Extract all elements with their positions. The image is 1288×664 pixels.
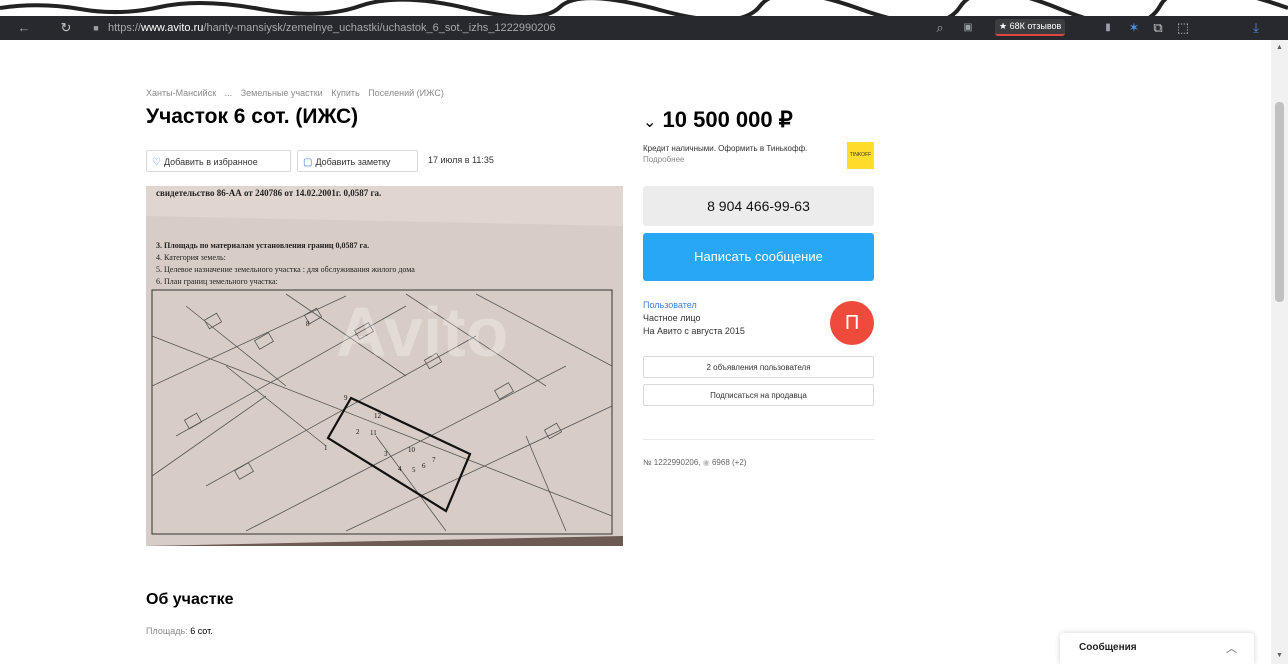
lock-icon: ■	[93, 23, 99, 33]
plot-label: 5	[412, 466, 416, 474]
credit-more-link[interactable]: Подробнее	[643, 155, 685, 164]
breadcrumb-ellipsis[interactable]: ...	[225, 88, 233, 98]
screenshot-icon[interactable]: ⧉	[1150, 20, 1166, 36]
plot-label: 10	[408, 446, 416, 454]
avatar[interactable]: П	[830, 301, 874, 345]
listing-title: Участок 6 сот. (ИЖС)	[146, 105, 359, 128]
add-favorite-button[interactable]: ♡ Добавить в избранное	[146, 150, 291, 172]
area-label: Площадь:	[146, 626, 188, 636]
breadcrumb-city[interactable]: Ханты-Мансийск	[146, 88, 216, 98]
plot-label: 2	[356, 428, 360, 436]
photo-watermark: Avito	[336, 293, 508, 371]
breadcrumb: Ханты-Мансийск ... Земельные участки Куп…	[146, 88, 450, 98]
scroll-down-arrow-icon[interactable]: ▼	[1271, 650, 1288, 662]
star-icon[interactable]: ✶	[1126, 20, 1142, 36]
back-icon[interactable]: ←	[16, 20, 32, 36]
tinkoff-logo[interactable]: TINKOFF	[847, 142, 874, 169]
area-row: Площадь: 6 сот.	[146, 626, 213, 636]
subscribe-seller-button[interactable]: Подписаться на продавца	[643, 384, 874, 406]
download-icon[interactable]: ⤓	[1248, 20, 1264, 36]
photo-text-line-1: 3. Площадь по материалам установления гр…	[156, 241, 369, 250]
seller-since: На Авито с августа 2015	[643, 326, 745, 336]
plot-label: 12	[374, 412, 382, 420]
seller-listings-button[interactable]: 2 объявления пользователя	[643, 356, 874, 378]
scroll-thumb[interactable]	[1275, 102, 1284, 302]
url-prefix: https://	[108, 22, 142, 34]
photo-text-line-3: 5. Целевое назначение земельного участка…	[156, 265, 415, 274]
listing-photo[interactable]: свидетельство 86-АА от 240786 от 14.02.2…	[146, 186, 623, 546]
breadcrumb-land[interactable]: Земельные участки	[241, 88, 323, 98]
url-host: www.avito.ru	[141, 22, 204, 34]
view-count: 6968 (+2)	[711, 458, 747, 467]
heart-icon: ♡	[152, 157, 161, 168]
photo-text-line-4: 6. План границ земельного участка:	[156, 277, 278, 286]
eye-icon: ◉	[702, 458, 710, 467]
reload-icon[interactable]: ↻	[58, 20, 74, 36]
about-heading: Об участке	[146, 591, 234, 608]
price-value: 10 500 000 ₽	[662, 107, 793, 132]
credit-text: Кредит наличными. Оформить в Тинькофф.	[643, 144, 808, 153]
plot-label: 3	[384, 450, 388, 458]
listing-stats: № 1222990206, ◉ 6968 (+2)	[643, 458, 746, 467]
listing-id: № 1222990206,	[643, 458, 701, 467]
url-path: /hanty-mansiysk/zemelnye_uchastki/uchast…	[203, 22, 556, 34]
add-favorite-label: Добавить в избранное	[163, 157, 258, 167]
breadcrumb-buy[interactable]: Купить	[331, 88, 359, 98]
chevron-up-icon[interactable]: ︿	[1226, 640, 1237, 656]
top-strip	[0, 0, 1288, 16]
translate-icon[interactable]: ▣	[960, 20, 976, 36]
breadcrumb-izhs[interactable]: Поселений (ИЖС)	[368, 88, 444, 98]
page-scrollbar[interactable]: ▲ ▼	[1271, 40, 1288, 664]
add-note-button[interactable]: ▢ Добавить заметку	[297, 150, 418, 172]
messages-widget[interactable]: Сообщения ︿	[1060, 633, 1254, 664]
photo-text-line-0: свидетельство 86-АА от 240786 от 14.02.2…	[156, 188, 381, 198]
write-message-button[interactable]: Написать сообщение	[643, 233, 874, 281]
search-icon[interactable]: ⌕	[932, 20, 948, 36]
seller-type: Частное лицо	[643, 313, 701, 323]
plot-label: 7	[432, 456, 436, 464]
scroll-up-arrow-icon[interactable]: ▲	[1271, 42, 1288, 54]
address-bar[interactable]: https://www.avito.ru/hanty-mansiysk/zeme…	[108, 21, 556, 35]
seller-name[interactable]: Пользовател	[643, 300, 697, 310]
listing-date: 17 июля в 11:35	[428, 155, 494, 165]
chevron-down-icon: ⌄	[643, 114, 657, 131]
price[interactable]: ⌄ 10 500 000 ₽	[643, 107, 793, 133]
plot-label: 8	[306, 320, 310, 328]
photo-text-line-2: 4. Категория земель:	[156, 253, 226, 262]
credit-offer: Кредит наличными. Оформить в Тинькофф. П…	[643, 143, 833, 165]
plot-label: 6	[422, 462, 426, 470]
plot-label: 1	[324, 444, 328, 452]
extensions-icon[interactable]: ⬚	[1175, 20, 1191, 36]
area-value: 6 сот.	[190, 626, 213, 636]
bookmark-icon[interactable]: ▮	[1100, 20, 1116, 36]
plot-label: 9	[344, 394, 348, 402]
plot-label: 4	[398, 465, 402, 473]
divider	[643, 439, 874, 440]
browser-toolbar: ← ↻ ■ https://www.avito.ru/hanty-mansiys…	[0, 16, 1288, 40]
add-note-label: Добавить заметку	[315, 157, 391, 167]
note-icon: ▢	[303, 157, 313, 168]
phone-button[interactable]: 8 904 466-99-63	[643, 186, 874, 226]
plot-label: 11	[370, 429, 377, 437]
reviews-badge[interactable]: ★ 68К отзывов	[995, 19, 1066, 36]
messages-label: Сообщения	[1079, 642, 1137, 653]
